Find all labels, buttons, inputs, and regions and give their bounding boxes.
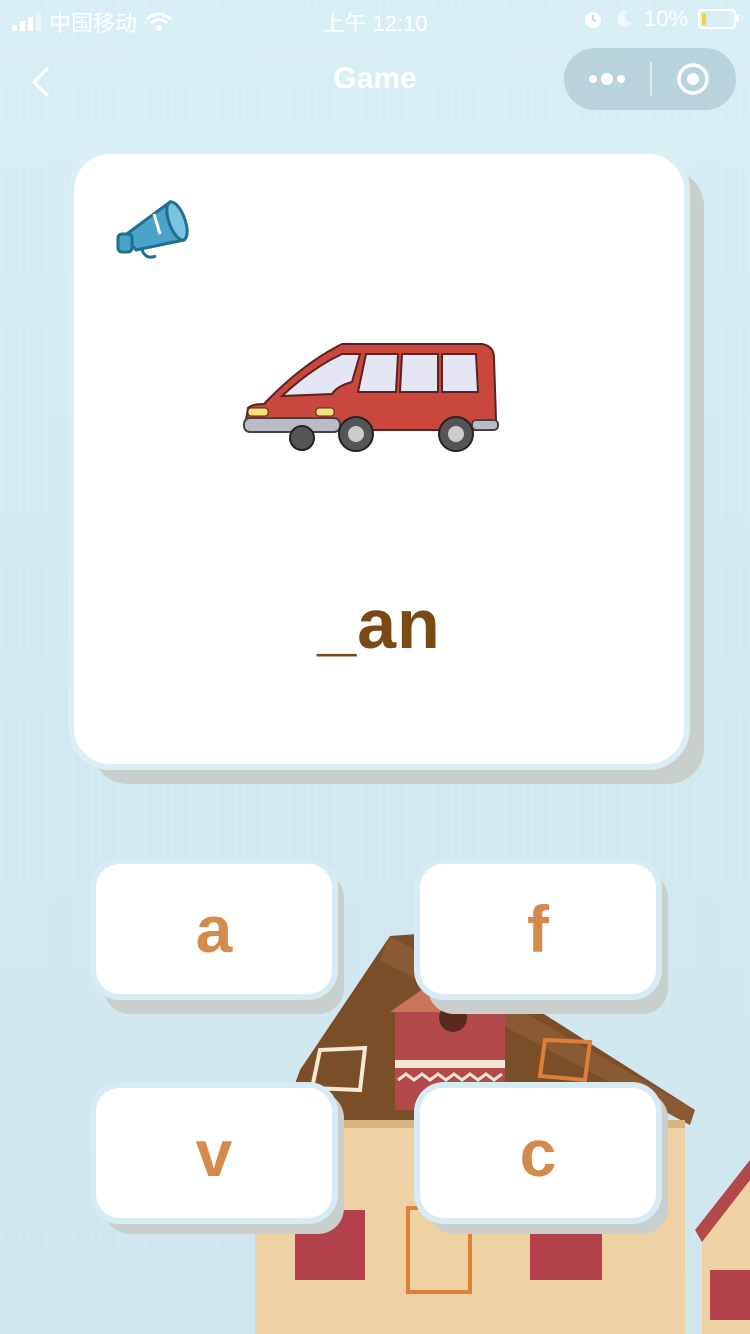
option-button-a[interactable]: a [96,864,332,994]
megaphone-icon[interactable] [114,194,194,264]
more-button[interactable] [564,48,650,110]
close-button[interactable] [650,48,736,110]
moon-icon [617,10,632,27]
word-prompt: _an [317,585,441,663]
option-button-v[interactable]: v [96,1088,332,1218]
van-icon [243,343,499,452]
more-dots-icon [589,73,625,85]
word-card: _an [74,154,684,764]
close-target-icon [677,63,709,95]
battery-icon [698,9,739,29]
nav-bar: Game [0,40,750,120]
mini-program-capsule [564,48,736,110]
battery-percent: 10% [643,6,688,31]
status-bar: 中国移动 上午 12:10 10% [0,0,750,40]
option-button-f[interactable]: f [420,864,656,994]
option-button-c[interactable]: c [420,1088,656,1218]
alarm-icon [584,12,601,28]
